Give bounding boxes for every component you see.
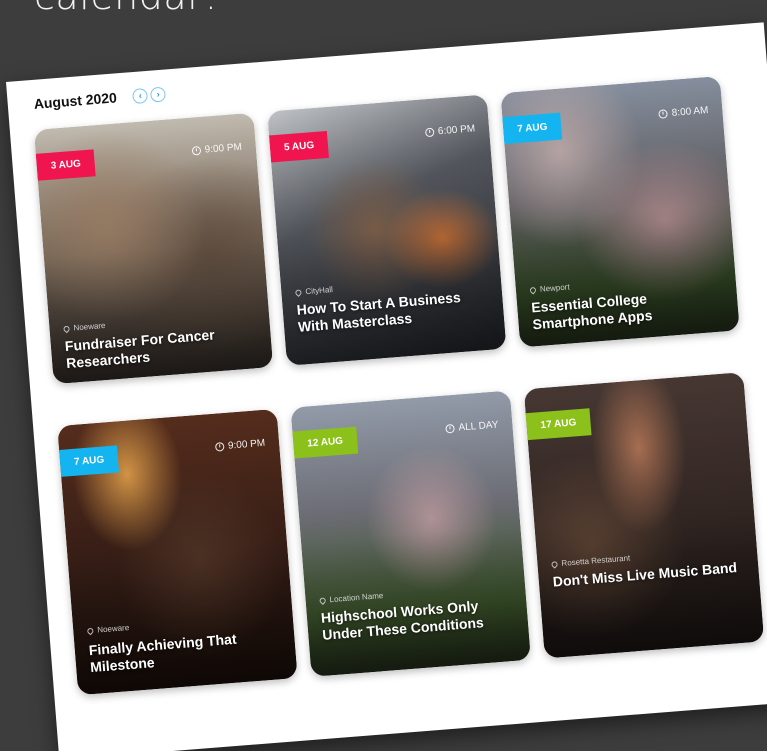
- event-card[interactable]: 7 AUG 8:00 AM Newport Essential College …: [500, 75, 740, 348]
- event-grid: 3 AUG 9:00 PM Noeware Fundraiser For Can…: [33, 75, 765, 696]
- page-caption: calendar!: [34, 0, 219, 18]
- location-pin-icon: [294, 287, 303, 297]
- calendar-board: August 2020 ‹ › 3 AUG 9:00 PM Noeware Fu…: [6, 22, 767, 751]
- clock-icon: [658, 109, 669, 119]
- date-badge: 3 AUG: [35, 149, 96, 181]
- month-title: August 2020: [33, 89, 118, 112]
- date-badge: 12 AUG: [292, 426, 359, 459]
- location-pin-icon: [528, 285, 538, 295]
- event-card[interactable]: 3 AUG 9:00 PM Noeware Fundraiser For Can…: [33, 112, 274, 385]
- date-badge: 7 AUG: [59, 445, 120, 477]
- clock-icon: [445, 423, 455, 434]
- location-pin-icon: [318, 596, 327, 605]
- event-card[interactable]: 12 AUG ALL DAY Location Name Highschool …: [290, 390, 531, 677]
- event-card[interactable]: 7 AUG 9:00 PM Noeware Finally Achieving …: [57, 408, 298, 696]
- clock-icon: [191, 145, 202, 156]
- date-badge: 5 AUG: [269, 130, 330, 163]
- month-header: August 2020 ‹ ›: [33, 86, 167, 112]
- event-card[interactable]: 17 AUG Rosetta Restaurant Don't Miss Liv…: [523, 372, 765, 659]
- event-card[interactable]: 5 AUG 6:00 PM CityHall How To Start A Bu…: [267, 94, 507, 366]
- date-badge: 7 AUG: [502, 112, 563, 145]
- prev-month-button[interactable]: ‹: [132, 87, 149, 104]
- clock-icon: [214, 442, 225, 452]
- location-pin-icon: [86, 626, 95, 635]
- clock-icon: [424, 127, 435, 138]
- month-nav: ‹ ›: [132, 86, 167, 104]
- location-pin-icon: [62, 324, 71, 333]
- location-pin-icon: [550, 559, 559, 569]
- date-badge: 17 AUG: [525, 408, 592, 441]
- next-month-button[interactable]: ›: [150, 86, 167, 103]
